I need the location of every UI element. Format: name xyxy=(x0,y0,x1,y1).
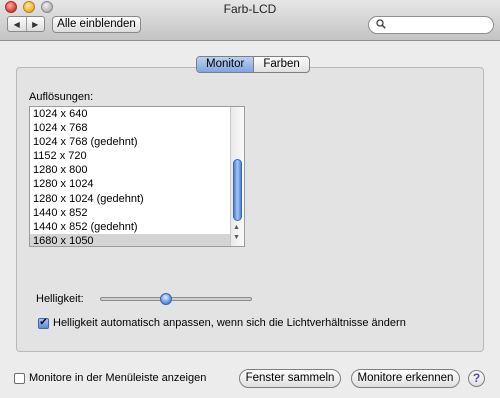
show-in-menubar-label[interactable]: Monitore in der Menüleiste anzeigen xyxy=(29,372,206,384)
resolutions-list[interactable]: 1024 x 640 1024 x 768 1024 x 768 (gedehnt)… xyxy=(29,106,245,247)
window-title: Farb-LCD xyxy=(223,2,277,16)
tab-farben[interactable]: Farben xyxy=(254,57,308,72)
show-in-menubar-checkbox[interactable] xyxy=(14,372,25,384)
detect-displays-button[interactable]: Monitore erkennen xyxy=(351,369,460,388)
resolution-list-item[interactable]: 1680 x 1050 xyxy=(30,233,230,246)
resolution-list-item[interactable]: 1440 x 852 (gedehnt) xyxy=(30,220,230,234)
gather-windows-button[interactable]: Fenster sammeln xyxy=(239,369,341,388)
scroll-down-arrow-icon[interactable]: ▼ xyxy=(233,234,240,241)
resolution-list-item[interactable]: 1024 x 768 (gedehnt) xyxy=(30,135,230,149)
scroll-up-arrow-icon[interactable]: ▲ xyxy=(233,224,240,231)
resolution-list-item[interactable]: 1152 x 720 xyxy=(30,149,230,163)
scrollbar-thumb[interactable] xyxy=(233,159,242,221)
tab-control: Monitor Farben xyxy=(196,56,310,73)
search-input[interactable] xyxy=(389,19,489,31)
show-all-button[interactable]: Alle einblenden xyxy=(52,16,141,33)
back-arrow-icon[interactable]: ◀ xyxy=(8,17,26,31)
preferences-window: Farb-LCD ◀ ▶ Alle einblenden Monitor Far… xyxy=(0,0,500,398)
resolution-list-item[interactable]: 1024 x 768 xyxy=(30,121,230,135)
brightness-slider[interactable] xyxy=(100,297,252,301)
help-icon[interactable]: ? xyxy=(468,370,485,387)
tab-monitor[interactable]: Monitor xyxy=(197,57,255,72)
search-icon xyxy=(376,19,386,32)
brightness-label: Helligkeit: xyxy=(36,293,84,305)
menubar-option-row: Monitore in der Menüleiste anzeigen xyxy=(14,372,206,384)
resolution-list-item[interactable]: 1280 x 1024 xyxy=(30,177,230,191)
resolution-list-item[interactable]: 1440 x 852 xyxy=(30,206,230,220)
search-field[interactable] xyxy=(368,16,494,34)
resolution-list-item[interactable]: 1280 x 1024 (gedehnt) xyxy=(30,192,230,206)
forward-arrow-icon[interactable]: ▶ xyxy=(25,17,45,31)
resolutions-scrollbar[interactable]: ▲ ▼ xyxy=(230,107,244,246)
toolbar: Farb-LCD ◀ ▶ Alle einblenden xyxy=(0,0,500,41)
resolution-list-item[interactable]: 1024 x 640 xyxy=(30,107,230,121)
auto-brightness-checkbox[interactable]: ✔ xyxy=(38,317,49,329)
resolutions-label: Auflösungen: xyxy=(29,91,94,103)
nav-button-group: ◀ ▶ xyxy=(7,16,45,32)
auto-brightness-row: ✔ Helligkeit automatisch anpassen, wenn … xyxy=(38,317,406,329)
resolution-list-item[interactable]: 1280 x 800 xyxy=(30,163,230,177)
auto-brightness-label[interactable]: Helligkeit automatisch anpassen, wenn si… xyxy=(53,317,406,329)
